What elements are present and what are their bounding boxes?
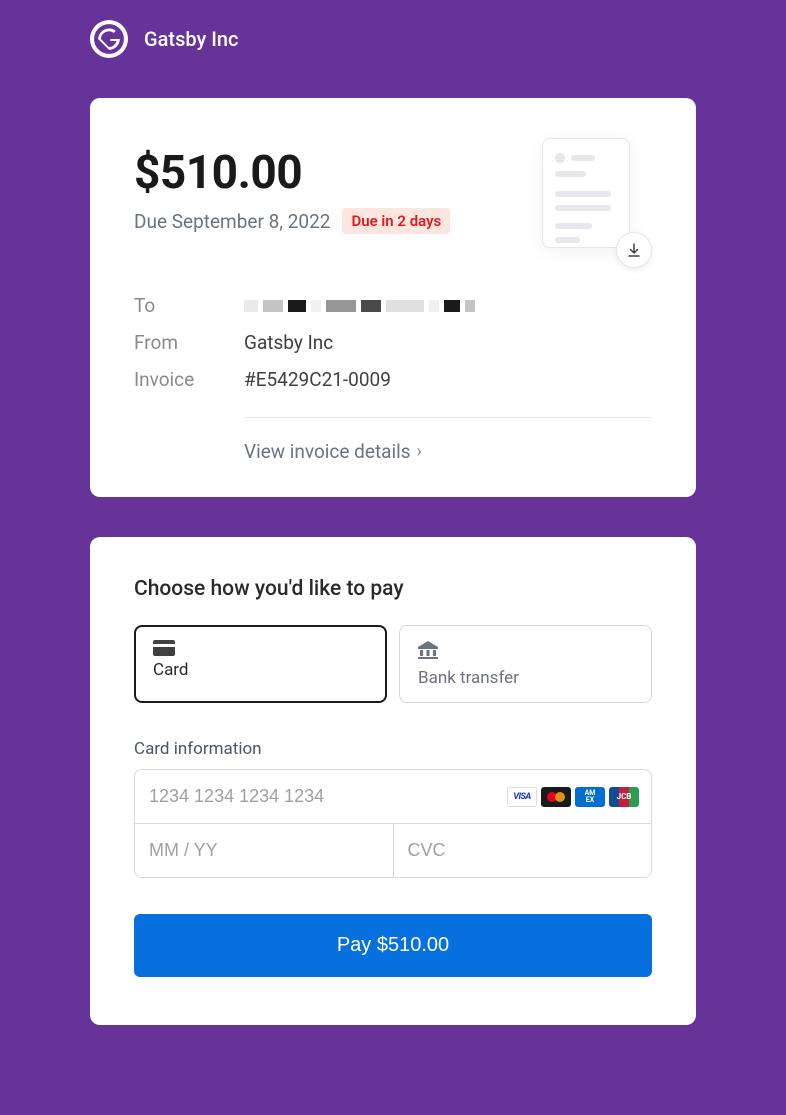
gatsby-logo-icon [90,20,128,58]
chevron-right-icon: › [417,441,422,462]
due-date: Due September 8, 2022 [134,210,330,233]
card-cvc-input[interactable] [394,824,652,877]
visa-icon: VISA [507,787,537,807]
pay-button[interactable]: Pay $510.00 [134,914,652,977]
card-inputs: VISA AM EX JCB [134,769,652,878]
card-icon [153,640,368,656]
invoice-number-label: Invoice [134,368,244,391]
to-value-redacted [244,294,652,317]
method-card-label: Card [153,660,368,680]
due-badge: Due in 2 days [342,208,450,234]
download-icon [626,242,642,258]
from-label: From [134,331,244,354]
payment-method-card[interactable]: Card [134,625,387,703]
invoice-preview [532,138,652,288]
method-bank-label: Bank transfer [418,668,633,688]
card-number-input[interactable] [135,770,505,823]
payment-method-bank[interactable]: Bank transfer [399,625,652,703]
card-brands: VISA AM EX JCB [505,787,641,807]
from-value: Gatsby Inc [244,331,652,354]
jcb-icon: JCB [609,787,639,807]
header: Gatsby Inc [0,0,786,88]
payment-card: Choose how you'd like to pay Card Bank t… [90,537,696,1025]
invoice-card: $510.00 Due September 8, 2022 Due in 2 d… [90,98,696,497]
mastercard-icon [541,787,571,807]
card-expiry-input[interactable] [135,824,393,877]
document-icon [542,138,630,248]
company-name: Gatsby Inc [144,27,239,51]
bank-icon [418,640,633,664]
to-label: To [134,294,244,317]
amex-icon: AM EX [575,787,605,807]
invoice-number-value: #E5429C21-0009 [244,368,652,391]
invoice-details: To From Gatsby Inc Invoice #E5429C21-000… [134,294,652,463]
view-details-label: View invoice details [244,440,411,463]
payment-methods: Card Bank transfer [134,625,652,703]
download-invoice-button[interactable] [616,232,652,268]
divider [244,417,652,418]
card-info-label: Card information [134,739,652,759]
payment-heading: Choose how you'd like to pay [134,577,652,601]
view-invoice-details-link[interactable]: View invoice details › [244,440,652,463]
